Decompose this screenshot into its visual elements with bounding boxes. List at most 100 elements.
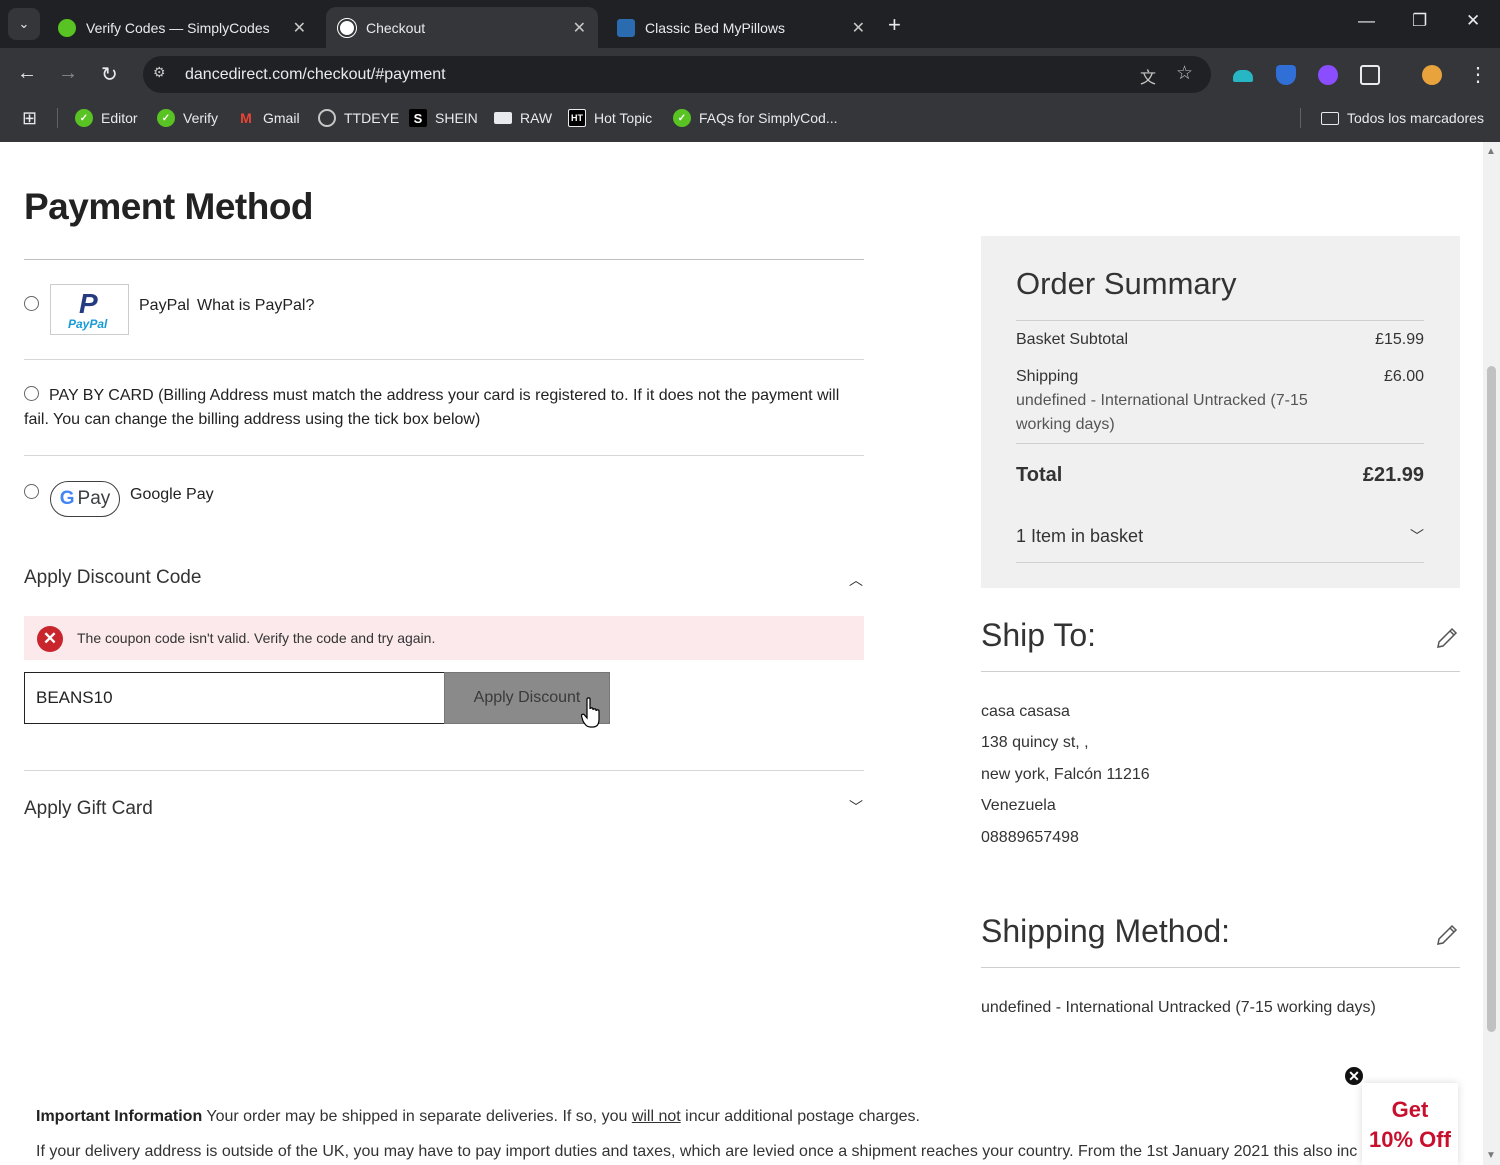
bookmark-hot-topic[interactable]: HT Hot Topic [568, 107, 652, 129]
address-phone: 08889657498 [981, 829, 1079, 846]
discount-popup[interactable]: Get 10% Off [1362, 1083, 1458, 1165]
scroll-up-arrow-icon[interactable]: ▲ [1486, 146, 1496, 157]
address-bar[interactable]: ⚙ dancedirect.com/checkout/#payment 文 ☆ [143, 56, 1211, 93]
simplycodes-icon [58, 18, 76, 37]
pay-by-card-radio[interactable] [24, 386, 39, 401]
extensions-puzzle-icon[interactable] [1360, 65, 1380, 85]
bookmark-separator [1300, 108, 1301, 128]
tab-mypillow[interactable]: Classic Bed MyPillows ✕ [605, 7, 877, 48]
items-in-basket-toggle[interactable]: 1 Item in basket ﹀ [1016, 526, 1424, 547]
order-summary-title: Order Summary [1016, 266, 1237, 301]
bookmark-ttdeye[interactable]: TTDEYE [318, 107, 399, 129]
bookmark-shein[interactable]: S SHEIN [409, 107, 478, 129]
google-g-icon: G [59, 488, 75, 509]
extension-purple-icon[interactable] [1318, 65, 1338, 85]
bookmark-separator [57, 108, 58, 128]
popup-line1: Get [1391, 1097, 1429, 1122]
restore-button[interactable]: ❐ [1412, 11, 1427, 31]
info-underlined: will not [631, 1108, 681, 1125]
popup-close-icon[interactable]: ✕ [1343, 1065, 1365, 1087]
edit-pencil-icon[interactable] [1434, 922, 1460, 948]
info-title: Important Information [36, 1108, 203, 1125]
scrollbar-thumb[interactable] [1487, 366, 1496, 1032]
close-icon[interactable]: ✕ [573, 18, 586, 38]
close-icon[interactable]: ✕ [293, 18, 306, 38]
bookmark-verify[interactable]: ✓ Verify [157, 107, 218, 129]
ship-to-heading: Ship To: [981, 617, 1097, 653]
bookmark-raw[interactable]: RAW [494, 107, 552, 129]
tab-checkout[interactable]: Checkout ✕ [326, 7, 598, 48]
paypal-logo-text: PayPal [68, 317, 108, 331]
back-button[interactable]: ← [17, 62, 37, 85]
close-window-button[interactable]: ✕ [1466, 11, 1480, 31]
shipping-description: undefined - International Untracked (7-1… [1016, 389, 1326, 437]
all-bookmarks-folder[interactable]: Todos los marcadores [1321, 107, 1484, 129]
new-tab-button[interactable]: + [888, 12, 901, 38]
address-line: Venezuela [981, 797, 1056, 814]
browser-menu-icon[interactable]: ⋮ [1468, 62, 1488, 87]
error-text: The coupon code isn't valid. Verify the … [77, 630, 436, 646]
subtotal-value: £15.99 [1375, 331, 1424, 348]
total-label: Total [1016, 464, 1063, 486]
hand-cursor-icon [581, 697, 600, 728]
order-summary-panel: Order Summary Basket Subtotal £15.99 Shi… [981, 236, 1460, 588]
subtotal-label: Basket Subtotal [1016, 331, 1129, 348]
coupon-error-message: ✕ The coupon code isn't valid. Verify th… [24, 616, 864, 660]
address-line: new york, Falcón 11216 [981, 766, 1150, 783]
bookmark-faqs[interactable]: ✓ FAQs for SimplyCod... [673, 107, 837, 129]
mypillow-icon [617, 18, 635, 37]
apply-discount-heading[interactable]: Apply Discount Code [24, 567, 201, 589]
raw-icon [494, 112, 512, 124]
bookmark-editor[interactable]: ✓ Editor [75, 107, 138, 129]
simplycodes-icon: ✓ [157, 109, 175, 127]
profile-avatar[interactable] [1422, 65, 1442, 85]
url-text: dancedirect.com/checkout/#payment [185, 65, 446, 83]
paypal-radio[interactable] [24, 296, 39, 311]
google-pay-logo-text: Pay [77, 488, 111, 509]
bookmark-label: Verify [183, 110, 219, 126]
google-pay-logo: G Pay [50, 481, 120, 517]
discount-code-input[interactable] [24, 672, 445, 724]
paypal-logo: P PayPal [50, 284, 129, 335]
site-info-icon[interactable]: ⚙ [153, 64, 173, 84]
import-duties-info: If your delivery address is outside of t… [36, 1143, 1358, 1160]
chevron-down-icon[interactable]: ﹀ [1410, 526, 1424, 546]
what-is-paypal-link[interactable]: What is PayPal? [197, 297, 314, 315]
minimize-button[interactable]: — [1358, 11, 1375, 31]
chevron-down-icon[interactable]: ﹀ [849, 797, 863, 817]
apply-gift-card-heading[interactable]: Apply Gift Card [24, 798, 153, 820]
gmail-icon: M [240, 110, 252, 126]
shipping-value: £6.00 [1383, 368, 1424, 385]
tab-title: Checkout [366, 19, 426, 36]
address-line: 138 quincy st, , [981, 734, 1089, 751]
all-bookmarks-label: Todos los marcadores [1347, 110, 1484, 126]
shipping-method-heading: Shipping Method: [981, 913, 1231, 949]
total-row: Total £21.99 [1016, 464, 1424, 487]
bookmark-label: Editor [101, 110, 138, 126]
bookmark-gmail[interactable]: M Gmail [237, 107, 299, 129]
popup-line2: 10% Off [1369, 1127, 1451, 1152]
reload-button[interactable]: ↻ [101, 62, 118, 87]
page-scrollbar[interactable]: ▲ ▼ [1483, 142, 1500, 1165]
google-pay-radio[interactable] [24, 484, 39, 499]
tab-search-button[interactable]: ⌄ [8, 8, 40, 40]
close-icon[interactable]: ✕ [852, 18, 865, 38]
pay-by-card-label: PAY BY CARD (Billing Address must match … [49, 387, 840, 404]
chevron-up-icon[interactable]: ︿ [849, 570, 863, 590]
scroll-down-arrow-icon[interactable]: ▼ [1486, 1150, 1496, 1161]
bookmark-label: RAW [520, 110, 553, 126]
shipping-method-value: undefined - International Untracked (7-1… [981, 999, 1376, 1016]
extension-cloud-icon[interactable] [1233, 70, 1253, 82]
translate-icon[interactable]: 文 [1140, 64, 1156, 88]
dancedirect-icon [337, 17, 357, 38]
apps-grid-icon[interactable]: ⊞ [22, 108, 37, 129]
bookmark-star-icon[interactable]: ☆ [1176, 62, 1193, 85]
error-icon: ✕ [37, 626, 63, 652]
divider [24, 770, 864, 771]
extension-shield-icon[interactable] [1276, 65, 1296, 85]
items-in-basket-label: 1 Item in basket [1016, 526, 1144, 546]
edit-pencil-icon[interactable] [1434, 625, 1460, 651]
divider [981, 671, 1460, 672]
tab-verify-codes[interactable]: Verify Codes — SimplyCodes ✕ [46, 7, 318, 48]
forward-button[interactable]: → [58, 62, 78, 85]
